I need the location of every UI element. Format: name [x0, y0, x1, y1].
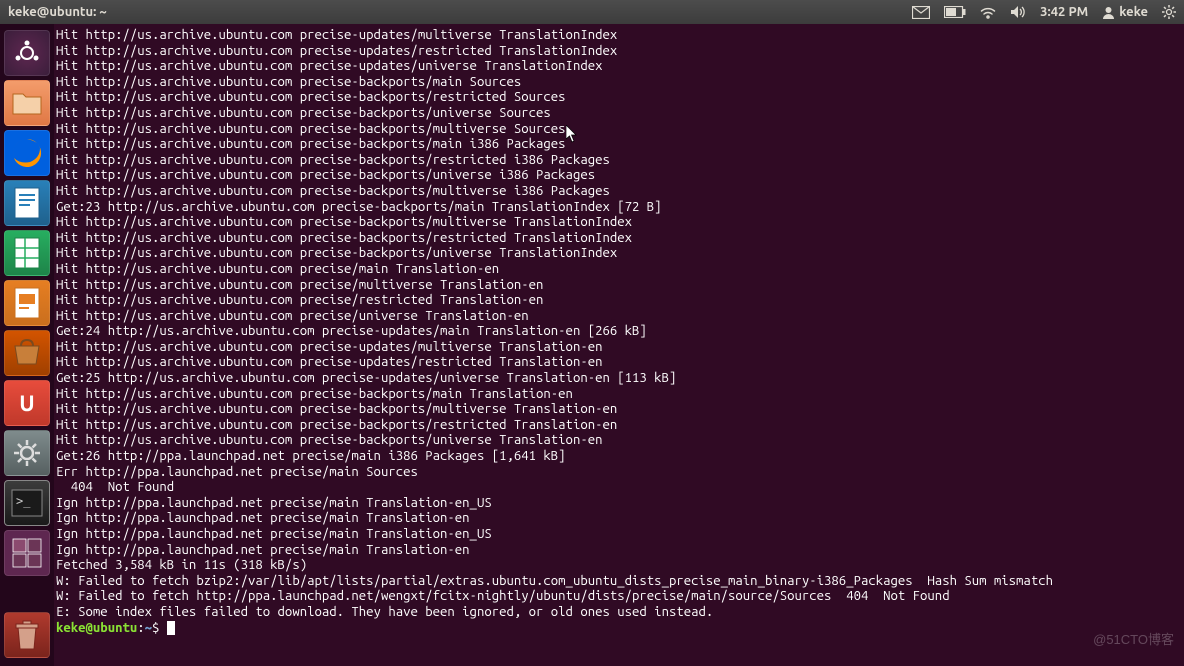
launcher: U >_: [0, 24, 54, 666]
terminal-line: Hit http://us.archive.ubuntu.com precise…: [56, 387, 1182, 403]
terminal-line: Ign http://ppa.launchpad.net precise/mai…: [56, 527, 1182, 543]
terminal-line: Ign http://ppa.launchpad.net precise/mai…: [56, 511, 1182, 527]
volume-icon[interactable]: [1010, 5, 1026, 19]
launcher-writer[interactable]: [4, 180, 50, 226]
terminal-line: Hit http://us.archive.ubuntu.com precise…: [56, 90, 1182, 106]
terminal-line: Ign http://ppa.launchpad.net precise/mai…: [56, 496, 1182, 512]
launcher-files[interactable]: [4, 80, 50, 126]
terminal-line: Hit http://us.archive.ubuntu.com precise…: [56, 153, 1182, 169]
wifi-icon[interactable]: [980, 5, 996, 19]
user-name: keke: [1119, 5, 1148, 19]
launcher-impress[interactable]: [4, 280, 50, 326]
cursor: [167, 621, 175, 635]
terminal-line: Hit http://us.archive.ubuntu.com precise…: [56, 59, 1182, 75]
terminal-line: Get:25 http://us.archive.ubuntu.com prec…: [56, 371, 1182, 387]
prompt-user: keke@ubuntu: [56, 621, 137, 635]
terminal-line: W: Failed to fetch bzip2:/var/lib/apt/li…: [56, 574, 1182, 590]
launcher-workspace[interactable]: [4, 530, 50, 576]
terminal-line: Hit http://us.archive.ubuntu.com precise…: [56, 44, 1182, 60]
terminal-line: Hit http://us.archive.ubuntu.com precise…: [56, 418, 1182, 434]
launcher-trash[interactable]: [4, 612, 50, 658]
window-title: keke@ubuntu: ~: [8, 5, 107, 19]
terminal-line: Hit http://us.archive.ubuntu.com precise…: [56, 28, 1182, 44]
terminal-line: Get:23 http://us.archive.ubuntu.com prec…: [56, 200, 1182, 216]
ubuntu-one-label: U: [19, 391, 34, 416]
terminal-line: 404 Not Found: [56, 480, 1182, 496]
gear-icon[interactable]: [1162, 5, 1176, 19]
launcher-terminal[interactable]: >_: [4, 480, 50, 526]
terminal-line: Hit http://us.archive.ubuntu.com precise…: [56, 137, 1182, 153]
svg-text:>_: >_: [16, 494, 31, 508]
watermark: @51CTO博客: [1093, 629, 1174, 648]
terminal-line: Hit http://us.archive.ubuntu.com precise…: [56, 184, 1182, 200]
launcher-settings[interactable]: [4, 430, 50, 476]
terminal-line: Hit http://us.archive.ubuntu.com precise…: [56, 402, 1182, 418]
launcher-ubuntu-one[interactable]: U: [4, 380, 50, 426]
battery-icon[interactable]: [944, 6, 966, 18]
terminal-line: Hit http://us.archive.ubuntu.com precise…: [56, 309, 1182, 325]
terminal[interactable]: Hit http://us.archive.ubuntu.com precise…: [54, 24, 1184, 666]
launcher-calc[interactable]: [4, 230, 50, 276]
terminal-line: Get:26 http://ppa.launchpad.net precise/…: [56, 449, 1182, 465]
terminal-line: Err http://ppa.launchpad.net precise/mai…: [56, 465, 1182, 481]
terminal-line: Hit http://us.archive.ubuntu.com precise…: [56, 262, 1182, 278]
terminal-line: Fetched 3,584 kB in 11s (318 kB/s): [56, 558, 1182, 574]
terminal-line: Hit http://us.archive.ubuntu.com precise…: [56, 168, 1182, 184]
terminal-line: Hit http://us.archive.ubuntu.com precise…: [56, 433, 1182, 449]
launcher-software-center[interactable]: [4, 330, 50, 376]
terminal-line: Hit http://us.archive.ubuntu.com precise…: [56, 355, 1182, 371]
terminal-line: Hit http://us.archive.ubuntu.com precise…: [56, 122, 1182, 138]
launcher-dash[interactable]: [4, 30, 50, 76]
terminal-line: E: Some index files failed to download. …: [56, 605, 1182, 621]
top-panel: keke@ubuntu: ~ 3:42 PM keke: [0, 0, 1184, 24]
terminal-line: Hit http://us.archive.ubuntu.com precise…: [56, 278, 1182, 294]
terminal-line: Hit http://us.archive.ubuntu.com precise…: [56, 340, 1182, 356]
terminal-prompt: keke@ubuntu:~$: [56, 621, 1182, 637]
mail-icon[interactable]: [912, 6, 930, 19]
terminal-line: W: Failed to fetch http://ppa.launchpad.…: [56, 589, 1182, 605]
terminal-line: Ign http://ppa.launchpad.net precise/mai…: [56, 543, 1182, 559]
terminal-line: Hit http://us.archive.ubuntu.com precise…: [56, 293, 1182, 309]
clock[interactable]: 3:42 PM: [1040, 5, 1088, 19]
terminal-line: Hit http://us.archive.ubuntu.com precise…: [56, 75, 1182, 91]
terminal-line: Hit http://us.archive.ubuntu.com precise…: [56, 246, 1182, 262]
terminal-line: Hit http://us.archive.ubuntu.com precise…: [56, 215, 1182, 231]
user-menu[interactable]: keke: [1102, 5, 1148, 19]
launcher-firefox[interactable]: [4, 130, 50, 176]
terminal-line: Get:24 http://us.archive.ubuntu.com prec…: [56, 324, 1182, 340]
prompt-path: ~: [145, 621, 152, 635]
terminal-line: Hit http://us.archive.ubuntu.com precise…: [56, 231, 1182, 247]
terminal-line: Hit http://us.archive.ubuntu.com precise…: [56, 106, 1182, 122]
